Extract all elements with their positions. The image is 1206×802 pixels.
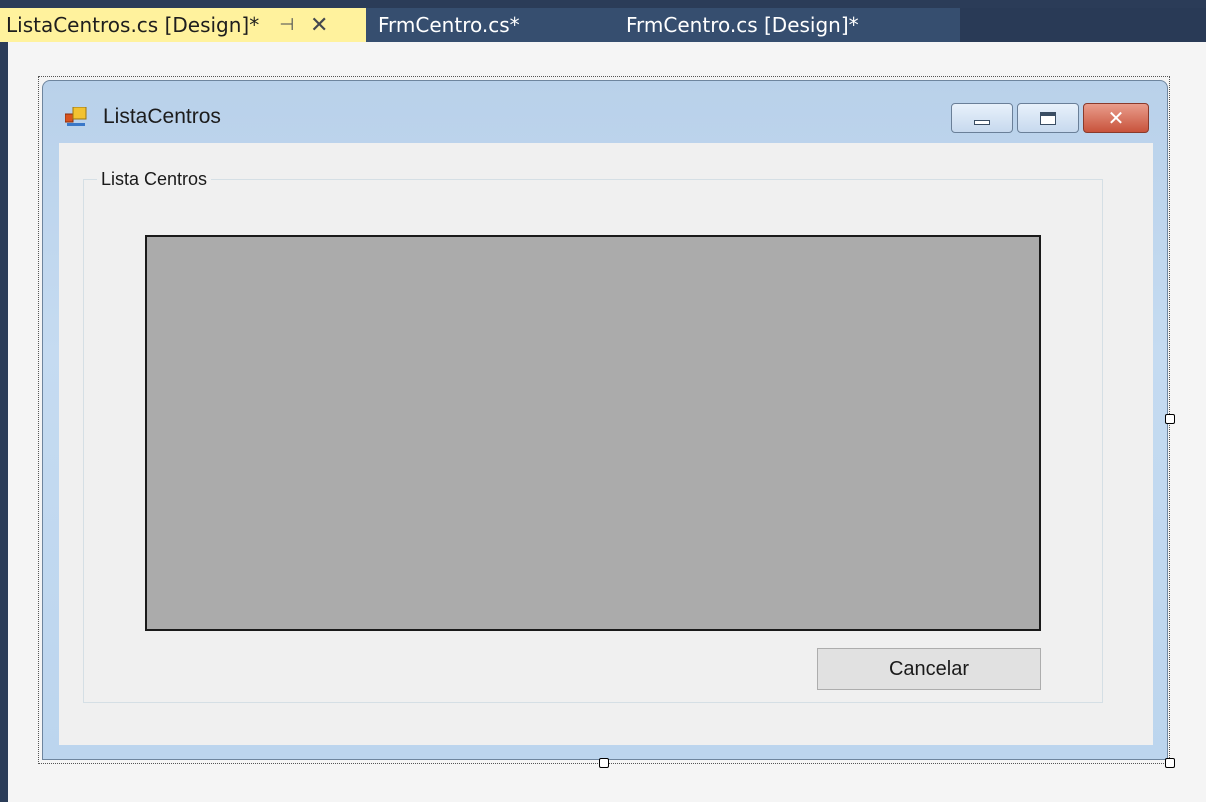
- form-app-icon: [65, 107, 87, 126]
- tab-listacentros-design[interactable]: ListaCentros.cs [Design]* ⊣ ✕: [0, 8, 366, 42]
- document-tab-strip: ListaCentros.cs [Design]* ⊣ ✕ FrmCentro.…: [0, 0, 1206, 42]
- editor-left-border: [6, 42, 8, 802]
- pin-icon[interactable]: ⊣: [279, 15, 294, 35]
- maximize-icon: [1040, 111, 1056, 125]
- maximize-button[interactable]: [1017, 103, 1079, 133]
- resize-handle-bottom[interactable]: [599, 758, 609, 768]
- tab-strip-empty: [960, 8, 1206, 42]
- datagridview-centros[interactable]: [145, 235, 1041, 631]
- tab-frmcentro-code[interactable]: FrmCentro.cs*: [366, 8, 610, 42]
- close-x-icon: ✕: [1107, 106, 1125, 130]
- resize-handle-bottom-right[interactable]: [1165, 758, 1175, 768]
- resize-handle-right[interactable]: [1165, 414, 1175, 424]
- cancel-button[interactable]: Cancelar: [817, 648, 1041, 690]
- form-titlebar[interactable]: ListaCentros ✕: [43, 81, 1167, 143]
- form-client-area: Lista Centros Cancelar: [59, 143, 1153, 745]
- tab-label: FrmCentro.cs [Design]*: [626, 13, 859, 37]
- close-button[interactable]: ✕: [1083, 103, 1149, 133]
- tab-label: ListaCentros.cs [Design]*: [6, 13, 260, 37]
- minimize-icon: [974, 119, 990, 125]
- close-icon[interactable]: ✕: [310, 13, 328, 38]
- form-window[interactable]: ListaCentros ✕ Lista Centros Cancelar: [42, 80, 1168, 760]
- form-title: ListaCentros: [103, 105, 221, 128]
- tab-frmcentro-design[interactable]: FrmCentro.cs [Design]*: [610, 8, 960, 42]
- groupbox-label: Lista Centros: [97, 169, 212, 190]
- tab-label: FrmCentro.cs*: [378, 13, 520, 37]
- minimize-button[interactable]: [951, 103, 1013, 133]
